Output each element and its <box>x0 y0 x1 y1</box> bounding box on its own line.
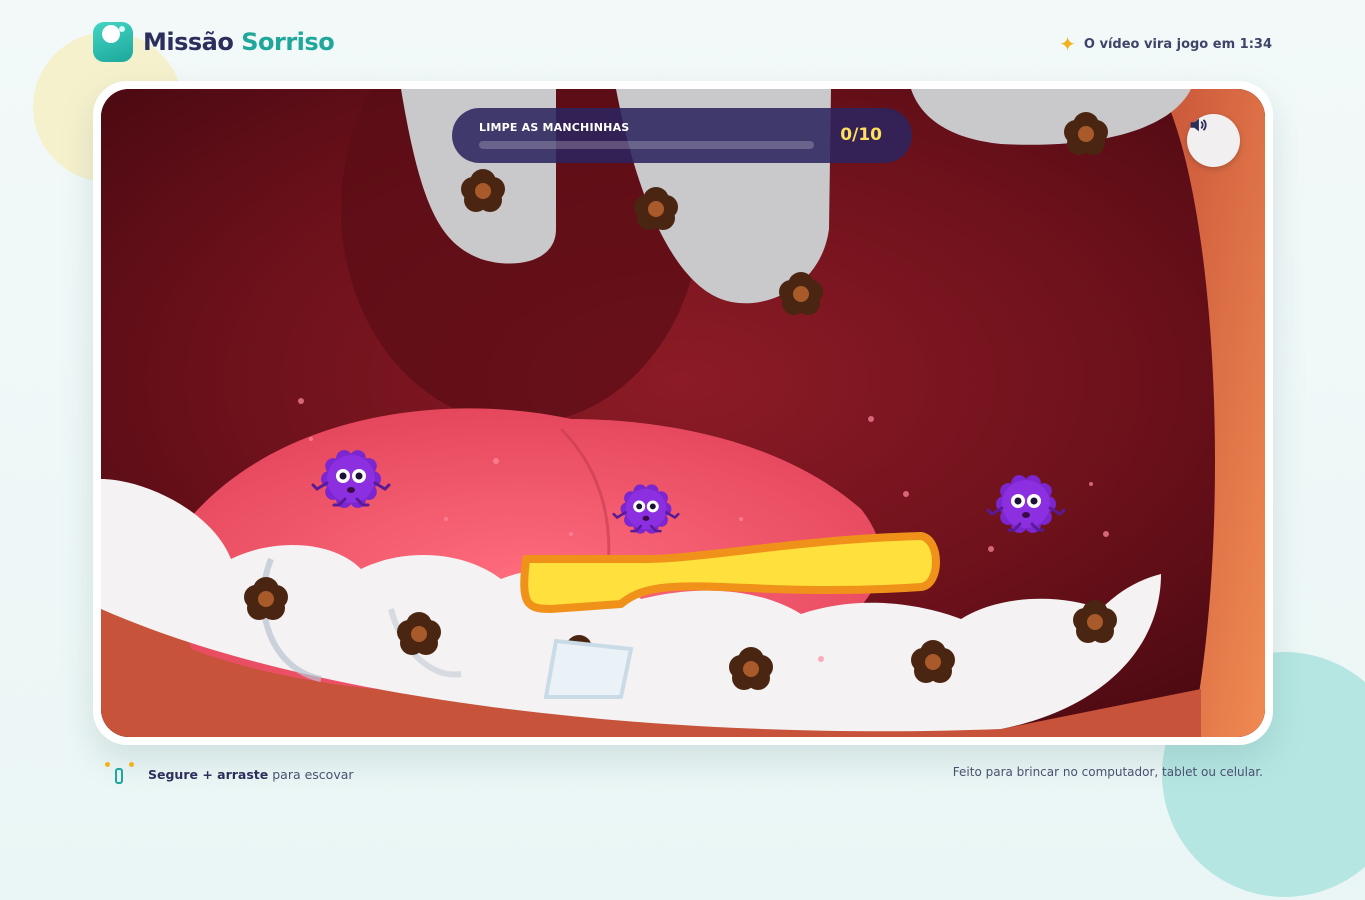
speaker-icon <box>1190 118 1207 132</box>
plaque-stain[interactable] <box>729 647 773 690</box>
tooth-logo-icon <box>93 22 133 62</box>
germ-monster <box>986 475 1066 533</box>
hint-rest-text: para escovar <box>268 766 354 782</box>
game-frame: LIMPE AS MANCHINHAS 0/10 <box>93 81 1273 745</box>
game-objects-layer <box>244 112 1117 699</box>
brand-name: Missão Sorriso <box>143 28 335 56</box>
hint-text: Segure + arraste para escovar <box>148 767 354 782</box>
device-note: Feito para brincar no computador, tablet… <box>952 765 1263 779</box>
countdown-notice: ✦ O vídeo vira jogo em 1:34 <box>1059 34 1272 54</box>
plaque-stain[interactable] <box>1064 112 1108 155</box>
progress-hud: LIMPE AS MANCHINHAS 0/10 <box>452 108 912 163</box>
brand-name-part1: Missão <box>143 28 234 56</box>
germ-monster <box>311 450 391 508</box>
plaque-stain[interactable] <box>634 187 678 230</box>
toothbrush[interactable] <box>520 532 940 699</box>
germ-monster <box>612 484 680 534</box>
countdown-text: O vídeo vira jogo em 1:34 <box>1083 36 1272 52</box>
brand-name-part2: Sorriso <box>241 28 335 56</box>
plaque-stain[interactable] <box>779 272 823 315</box>
game-canvas[interactable]: LIMPE AS MANCHINHAS 0/10 <box>101 89 1265 737</box>
hint-strong-text: Segure + arraste <box>148 766 269 782</box>
control-hint: Segure + arraste para escovar <box>104 762 354 786</box>
sparkle-icon: ✦ <box>1059 32 1076 56</box>
plaque-stain[interactable] <box>244 577 288 620</box>
hud-title: LIMPE AS MANCHINHAS <box>479 121 630 134</box>
plaque-stain[interactable] <box>461 169 505 212</box>
progress-track <box>479 141 814 149</box>
touch-drag-icon <box>104 762 136 786</box>
brand-logo[interactable]: Missão Sorriso <box>93 22 335 62</box>
plaque-stain[interactable] <box>397 612 441 655</box>
progress-count: 0/10 <box>840 125 882 145</box>
plaque-stain[interactable] <box>911 640 955 683</box>
plaque-stain[interactable] <box>1073 600 1117 643</box>
sound-toggle-button[interactable] <box>1187 114 1240 167</box>
